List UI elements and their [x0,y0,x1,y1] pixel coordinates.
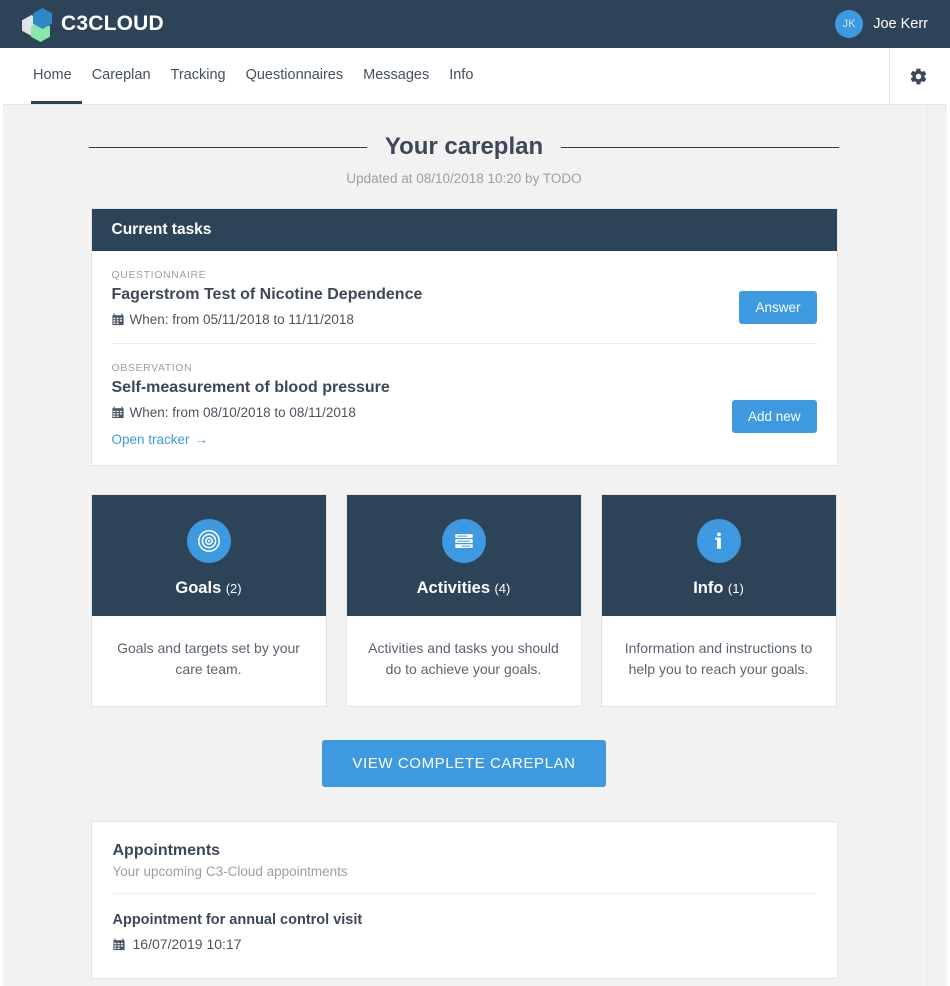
feature-count: (4) [494,581,511,596]
feature-card-goals[interactable]: Goals (2) Goals and targets set by your … [90,494,327,707]
calendar-icon [111,313,124,326]
content-right-rule [927,105,928,986]
nav-item-careplan[interactable]: Careplan [82,48,161,104]
open-tracker-label: Open tracker [111,432,190,447]
title-rule-left [89,146,367,148]
hexagon-cluster-logo-icon [22,8,56,42]
open-tracker-link[interactable]: Open tracker → [112,432,209,447]
view-complete-careplan-button[interactable]: VIEW COMPLETE CAREPLAN [322,740,606,787]
avatar: JK [835,10,864,38]
current-tasks-card: Current tasks QUESTIONNAIRE Fagerstrom T… [90,208,838,466]
appointment-item[interactable]: Appointment for annual control visit 16/… [113,912,816,952]
task-row[interactable]: QUESTIONNAIRE Fagerstrom Test of Nicotin… [112,251,817,343]
calendar-icon [112,938,125,950]
task-kind-label: OBSERVATION [111,362,193,374]
task-when-text: When: from 08/10/2018 to 08/11/2018 [129,405,356,420]
nav-item-label: Messages [363,66,430,83]
task-when: When: from 05/11/2018 to 11/11/2018 [111,312,740,327]
task-list-icon [441,519,486,563]
page-subtitle: Updated at 08/10/2018 10:20 by TODO [346,171,582,186]
task-kind-label: QUESTIONNAIRE [111,269,207,281]
nav-item-questionnaires[interactable]: Questionnaires [236,48,354,104]
feature-count: (2) [225,581,242,596]
app-root: C3CLOUD JK Joe Kerr Home Careplan Tracki… [0,0,950,986]
top-brand-bar: C3CLOUD JK Joe Kerr [0,0,950,48]
page-title: Your careplan [384,133,544,160]
nav-item-label: Tracking [170,66,226,83]
content-inner: Current tasks QUESTIONNAIRE Fagerstrom T… [90,208,838,979]
appointments-title: Appointments [112,842,221,859]
feature-card-header: Goals (2) [91,495,326,616]
feature-description: Goals and targets set by your care team. [117,640,300,677]
nav-item-info[interactable]: Info [439,48,483,104]
page-title-row: Your careplan [89,133,839,161]
calendar-icon [111,406,124,419]
feature-label: Info [693,579,724,597]
feature-title-row: Activities (4) [347,579,581,598]
task-when-text: When: from 05/11/2018 to 11/11/2018 [129,312,354,327]
feature-title-row: Goals (2) [92,579,326,598]
answer-button[interactable]: Answer [739,291,817,324]
feature-card-list: Goals (2) Goals and targets set by your … [90,494,838,707]
task-when: When: from 08/10/2018 to 08/11/2018 [111,405,732,420]
bullseye-target-icon [186,519,231,563]
task-main: QUESTIONNAIRE Fagerstrom Test of Nicotin… [112,269,740,327]
task-main: OBSERVATION Self-measurement of blood pr… [112,362,732,449]
feature-card-header: Activities (4) [346,495,581,616]
appointment-when: 16/07/2019 10:17 [112,936,816,952]
feature-description: Activities and tasks you should do to ac… [368,640,559,677]
feature-label: Goals [175,579,222,597]
gear-icon [910,68,927,84]
appointment-title: Appointment for annual control visit [112,912,363,928]
main-content: Your careplan Updated at 08/10/2018 10:2… [3,105,925,979]
user-menu[interactable]: JK Joe Kerr [835,10,928,38]
appointments-subtitle: Your upcoming C3-Cloud appointments [112,864,816,894]
nav-item-label: Home [33,66,72,83]
feature-label: Activities [416,579,491,597]
nav-item-tracking[interactable]: Tracking [161,48,236,104]
user-name: Joe Kerr [873,16,928,32]
settings-button[interactable] [889,48,947,104]
task-title: Self-measurement of blood pressure [111,379,390,396]
feature-card-header: Info (1) [601,495,836,616]
appointments-card: Appointments Your upcoming C3-Cloud appo… [90,821,838,979]
arrow-right-icon: → [194,432,209,447]
feature-description: Information and instructions to help you… [624,640,813,677]
cta-row: VIEW COMPLETE CAREPLAN [91,740,838,787]
nav-item-label: Questionnaires [245,66,344,83]
page-left-edge [0,48,3,986]
feature-count: (1) [727,581,744,596]
feature-title-row: Info (1) [602,579,836,598]
nav-item-label: Careplan [91,66,151,83]
nav-item-home[interactable]: Home [31,48,82,104]
task-row[interactable]: OBSERVATION Self-measurement of blood pr… [111,343,817,465]
current-tasks-heading: Current tasks [91,209,837,251]
add-new-button[interactable]: Add new [731,400,817,433]
nav-item-list: Home Careplan Tracking Questionnaires Me… [3,48,483,104]
main-navbar: Home Careplan Tracking Questionnaires Me… [3,48,947,105]
nav-item-label: Info [449,66,474,83]
brand-name: C3CLOUD [61,12,164,35]
task-title: Fagerstrom Test of Nicotine Dependence [111,286,423,303]
current-tasks-body: QUESTIONNAIRE Fagerstrom Test of Nicotin… [92,251,837,465]
brand-logo[interactable]: C3CLOUD [22,8,164,42]
nav-item-messages[interactable]: Messages [353,48,439,104]
feature-card-info[interactable]: Info (1) Information and instructions to… [600,494,837,707]
feature-card-activities[interactable]: Activities (4) Activities and tasks you … [345,494,582,707]
title-rule-right [561,146,839,148]
appointment-when-text: 16/07/2019 10:17 [132,936,242,952]
info-circle-icon [696,519,741,563]
